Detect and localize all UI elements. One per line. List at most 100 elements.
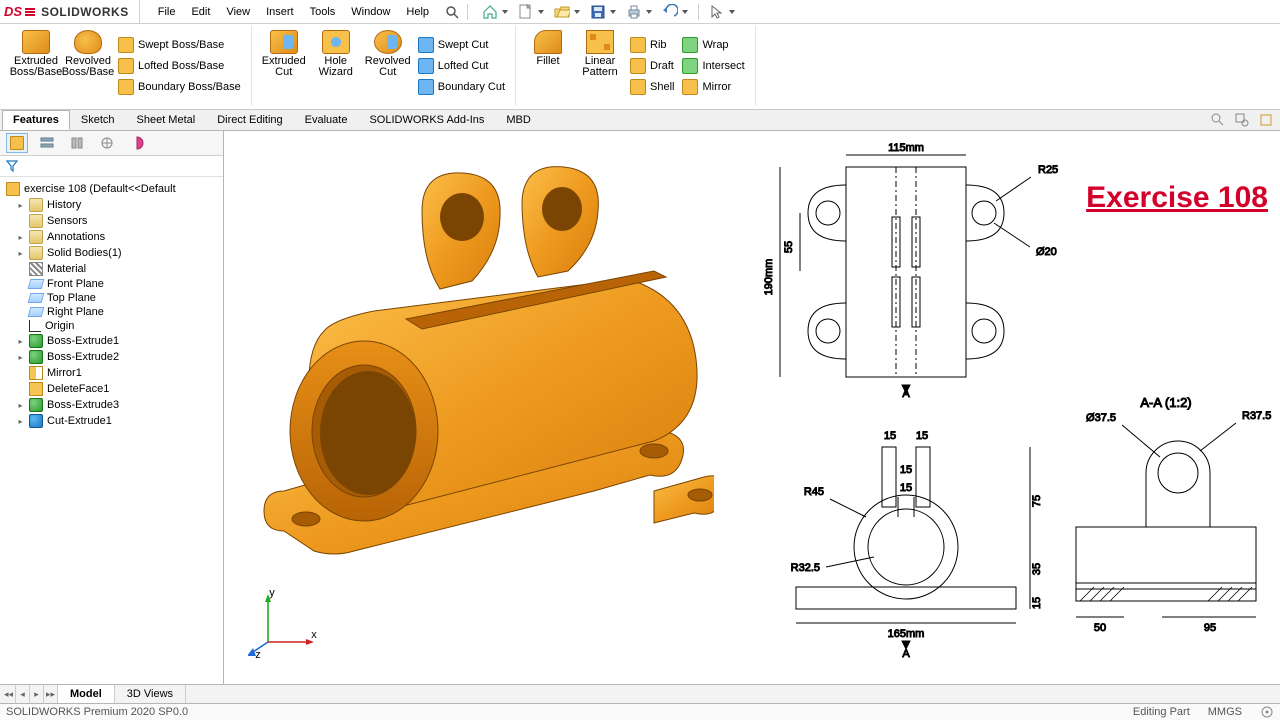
menu-view[interactable]: View	[218, 0, 258, 23]
graphics-view[interactable]: y x z Exercise 108	[224, 131, 1280, 684]
menu-edit[interactable]: Edit	[183, 0, 218, 23]
btn-fillet[interactable]: Fillet	[522, 26, 574, 106]
tab-3d-views[interactable]: 3D Views	[115, 685, 186, 703]
model-preview	[234, 151, 714, 631]
svg-text:R45: R45	[804, 486, 824, 498]
tree-node-annotations[interactable]: ▸Annotations	[2, 229, 221, 245]
btn-boundary-cut[interactable]: Boundary Cut	[414, 77, 509, 97]
mat-icon	[29, 262, 43, 276]
tree-node-deleteface1[interactable]: DeleteFace1	[2, 381, 221, 397]
tree-tab-config-icon[interactable]	[66, 133, 88, 153]
tree-node-boss-extrude1[interactable]: ▸Boss-Extrude1	[2, 333, 221, 349]
status-mode: Editing Part	[1133, 706, 1190, 718]
feature-manager: exercise 108 (Default<<Default ▸HistoryS…	[0, 131, 224, 684]
btn-shell[interactable]: Shell	[626, 77, 678, 97]
btn-lofted-boss[interactable]: Lofted Boss/Base	[114, 56, 245, 76]
plane-icon	[28, 293, 45, 303]
tab-evaluate[interactable]: Evaluate	[294, 110, 359, 130]
svg-text:55: 55	[783, 241, 795, 253]
status-custom-icon[interactable]	[1260, 705, 1274, 719]
btn-draft[interactable]: Draft	[626, 56, 678, 76]
btn-boundary-boss[interactable]: Boundary Boss/Base	[114, 77, 245, 97]
menu-file[interactable]: File	[150, 0, 184, 23]
svg-text:Ø37.5: Ø37.5	[1086, 412, 1116, 424]
btn-rib[interactable]: Rib	[626, 35, 678, 55]
tab-features[interactable]: Features	[2, 110, 70, 130]
tree-node-top-plane[interactable]: Top Plane	[2, 291, 221, 305]
qat-undo-icon[interactable]	[662, 4, 678, 20]
status-units[interactable]: MMGS	[1208, 706, 1242, 718]
tree-node-history[interactable]: ▸History	[2, 197, 221, 213]
menu-insert[interactable]: Insert	[258, 0, 302, 23]
svg-text:15: 15	[900, 482, 912, 494]
qat-print-icon[interactable]	[626, 4, 642, 20]
svg-text:95: 95	[1204, 622, 1216, 634]
qat-new-icon[interactable]	[518, 4, 534, 20]
btn-extruded-boss[interactable]: Extruded Boss/Base	[10, 26, 62, 106]
view-triad: y x z	[248, 580, 328, 660]
menu-window[interactable]: Window	[343, 0, 398, 23]
btn-wrap[interactable]: Wrap	[678, 35, 748, 55]
drawing-views: 115mm 190mm 55 R25 Ø20 A	[716, 117, 1276, 677]
tab-mbd[interactable]: MBD	[495, 110, 541, 130]
btn-swept-boss[interactable]: Swept Boss/Base	[114, 35, 245, 55]
folder-icon	[29, 246, 43, 260]
menu-help[interactable]: Help	[398, 0, 437, 23]
logo-bars-icon	[25, 8, 35, 16]
tree-node-boss-extrude3[interactable]: ▸Boss-Extrude3	[2, 397, 221, 413]
tab-sketch[interactable]: Sketch	[70, 110, 126, 130]
qat-home-icon[interactable]	[482, 4, 498, 20]
svg-text:15: 15	[916, 430, 928, 442]
tree-filter-icon[interactable]	[0, 156, 223, 177]
menu-tools[interactable]: Tools	[302, 0, 344, 23]
tab-direct-editing[interactable]: Direct Editing	[206, 110, 293, 130]
tree-tab-display-icon[interactable]	[126, 133, 148, 153]
tree-node-origin[interactable]: Origin	[2, 319, 221, 333]
svg-text:15: 15	[900, 464, 912, 476]
menu-search-icon[interactable]	[437, 0, 467, 23]
tab-addins[interactable]: SOLIDWORKS Add-Ins	[358, 110, 495, 130]
qat-save-icon[interactable]	[590, 4, 606, 20]
tree-node-boss-extrude2[interactable]: ▸Boss-Extrude2	[2, 349, 221, 365]
btn-revolved-boss[interactable]: Revolved Boss/Base	[62, 26, 114, 106]
btn-intersect[interactable]: Intersect	[678, 56, 748, 76]
tree-root[interactable]: exercise 108 (Default<<Default	[2, 181, 221, 197]
svg-text:x: x	[311, 629, 317, 641]
tree-node-cut-extrude1[interactable]: ▸Cut-Extrude1	[2, 413, 221, 429]
tree-node-material-not-specified-[interactable]: Material	[2, 261, 221, 277]
logo-ds: DS	[4, 4, 22, 19]
tree-node-sensors[interactable]: Sensors	[2, 213, 221, 229]
tab-sheet-metal[interactable]: Sheet Metal	[126, 110, 207, 130]
tree-tab-feature-icon[interactable]	[6, 133, 28, 153]
svg-text:15: 15	[884, 430, 896, 442]
ext-icon	[29, 350, 43, 364]
btn-hole-wizard[interactable]: Hole Wizard	[310, 26, 362, 106]
qat-open-icon[interactable]	[554, 4, 570, 20]
btn-extruded-cut[interactable]: Extruded Cut	[258, 26, 310, 106]
svg-text:Ø20: Ø20	[1036, 246, 1057, 258]
status-bar: SOLIDWORKS Premium 2020 SP0.0 Editing Pa…	[0, 703, 1280, 720]
btn-swept-cut[interactable]: Swept Cut	[414, 35, 509, 55]
tree-node-solid-bodies-1-[interactable]: ▸Solid Bodies(1)	[2, 245, 221, 261]
svg-text:y: y	[269, 587, 275, 599]
tree-tab-property-icon[interactable]	[36, 133, 58, 153]
tree-tab-dimxpert-icon[interactable]	[96, 133, 118, 153]
view-tab-nav[interactable]: ◂◂◂▸▸▸	[2, 685, 58, 703]
folder-icon	[29, 230, 43, 244]
btn-linear-pattern[interactable]: Linear Pattern	[574, 26, 626, 106]
tree-node-right-plane[interactable]: Right Plane	[2, 305, 221, 319]
status-version: SOLIDWORKS Premium 2020 SP0.0	[6, 706, 188, 718]
svg-text:115mm: 115mm	[888, 142, 924, 154]
btn-revolved-cut[interactable]: Revolved Cut	[362, 26, 414, 106]
svg-text:165mm: 165mm	[888, 628, 925, 640]
cut-icon	[29, 414, 43, 428]
btn-lofted-cut[interactable]: Lofted Cut	[414, 56, 509, 76]
tree-toolbar	[0, 131, 223, 156]
mirror-icon	[29, 366, 43, 380]
tree-node-mirror1[interactable]: Mirror1	[2, 365, 221, 381]
tree-node-front-plane[interactable]: Front Plane	[2, 277, 221, 291]
tab-model[interactable]: Model	[58, 685, 115, 703]
feature-tree[interactable]: exercise 108 (Default<<Default ▸HistoryS…	[0, 177, 223, 684]
qat-select-icon[interactable]	[709, 4, 725, 20]
btn-mirror[interactable]: Mirror	[678, 77, 748, 97]
